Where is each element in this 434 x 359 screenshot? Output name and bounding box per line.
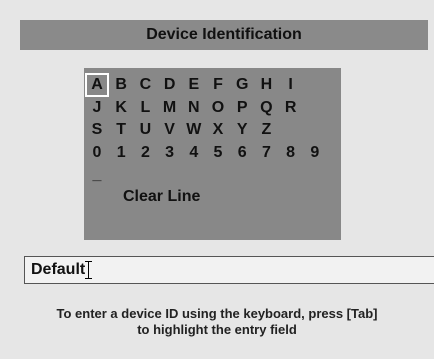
key-z[interactable]: Z	[254, 118, 278, 142]
page-title: Device Identification	[20, 20, 428, 50]
clear-line-button[interactable]: Clear Line	[123, 185, 200, 209]
instructions-line-2: to highlight the entry field	[137, 322, 297, 337]
key-k[interactable]: K	[109, 96, 133, 120]
instructions-line-1: To enter a device ID using the keyboard,…	[56, 306, 378, 321]
key-space[interactable]: _	[85, 163, 109, 187]
key-t[interactable]: T	[109, 118, 133, 142]
key-q[interactable]: Q	[254, 96, 278, 120]
key-y[interactable]: Y	[230, 118, 254, 142]
instructions: To enter a device ID using the keyboard,…	[0, 306, 434, 338]
key-c[interactable]: C	[133, 73, 157, 97]
key-o[interactable]: O	[206, 96, 230, 120]
key-g[interactable]: G	[230, 73, 254, 97]
key-e[interactable]: E	[182, 73, 206, 97]
key-1[interactable]: 1	[109, 141, 133, 165]
key-p[interactable]: P	[230, 96, 254, 120]
key-4[interactable]: 4	[182, 141, 206, 165]
key-n[interactable]: N	[182, 96, 206, 120]
key-5[interactable]: 5	[206, 141, 230, 165]
key-r[interactable]: R	[279, 96, 303, 120]
device-id-field[interactable]: Default	[24, 256, 434, 284]
key-i[interactable]: I	[279, 73, 303, 97]
key-7[interactable]: 7	[254, 141, 278, 165]
text-cursor-icon	[85, 261, 93, 279]
device-id-value: Default	[31, 261, 86, 278]
key-h[interactable]: H	[254, 73, 278, 97]
key-l[interactable]: L	[133, 96, 157, 120]
key-m[interactable]: M	[158, 96, 182, 120]
key-u[interactable]: U	[133, 118, 157, 142]
key-8[interactable]: 8	[279, 141, 303, 165]
key-w[interactable]: W	[182, 118, 206, 142]
character-keyboard: Clear Line ABCDEFGHI JKLMNOPQR STUVWXYZ 012…	[84, 68, 341, 240]
key-a[interactable]: A	[85, 73, 109, 97]
key-b[interactable]: B	[109, 73, 133, 97]
page-title-text: Device Identification	[146, 26, 302, 43]
key-3[interactable]: 3	[158, 141, 182, 165]
key-9[interactable]: 9	[303, 141, 327, 165]
key-j[interactable]: J	[85, 96, 109, 120]
key-v[interactable]: V	[158, 118, 182, 142]
key-x[interactable]: X	[206, 118, 230, 142]
key-f[interactable]: F	[206, 73, 230, 97]
key-2[interactable]: 2	[133, 141, 157, 165]
key-s[interactable]: S	[85, 118, 109, 142]
key-0[interactable]: 0	[85, 141, 109, 165]
key-d[interactable]: D	[158, 73, 182, 97]
key-6[interactable]: 6	[230, 141, 254, 165]
